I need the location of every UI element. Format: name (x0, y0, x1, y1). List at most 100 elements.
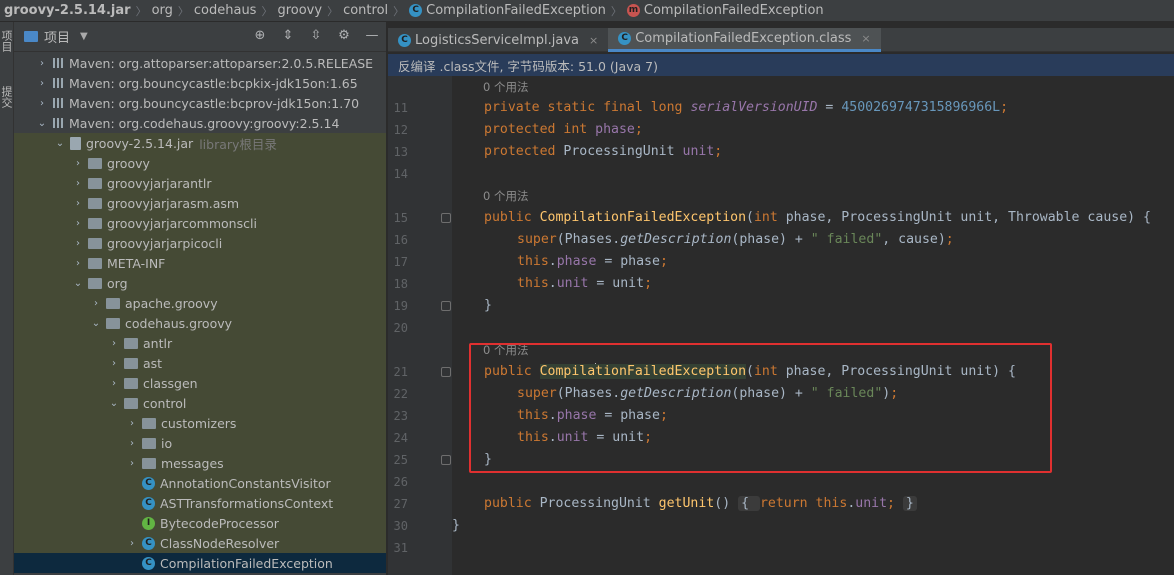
tree-item[interactable]: ⌄ codehaus.groovy (14, 313, 386, 333)
tree-item[interactable]: › META-INF (14, 253, 386, 273)
chevron-down-icon[interactable]: ⌄ (90, 318, 102, 329)
chevron-down-icon[interactable]: ⌄ (72, 278, 84, 289)
chevron-right-icon[interactable]: › (36, 98, 48, 109)
breadcrumb-org[interactable]: org (152, 3, 173, 18)
tree-item-label: antlr (143, 335, 173, 351)
class-icon (142, 536, 155, 550)
tree-item[interactable]: › Maven: org.bouncycastle:bcpkix-jdk15on:… (14, 73, 386, 93)
minimize-icon[interactable]: — (364, 28, 380, 44)
line-number: 13 (393, 145, 408, 159)
line-number: 11 (393, 101, 408, 115)
chevron-down-icon[interactable]: ⌄ (54, 138, 66, 149)
folder-icon (106, 317, 120, 329)
editor-tabs: LogisticsServiceImpl.java × CompilationFa… (388, 28, 1174, 52)
chevron-right-icon[interactable]: › (108, 358, 120, 369)
fold-marker-icon[interactable] (441, 301, 451, 311)
breadcrumb-codehaus[interactable]: codehaus (194, 3, 257, 18)
tree-item[interactable]: BytecodeProcessor (14, 513, 386, 533)
tree-item[interactable]: › ast (14, 353, 386, 373)
usages-hint[interactable]: 0 个用法 (483, 185, 528, 207)
chevron-right-icon[interactable]: › (72, 238, 84, 249)
tree-item[interactable]: ASTTransformationsContext (14, 493, 386, 513)
folded-region[interactable]: { (738, 496, 760, 511)
tree-item-label: BytecodeProcessor (160, 515, 279, 531)
line-number: 21 (393, 365, 408, 379)
tree-item[interactable]: › ClassNodeResolver (14, 533, 386, 553)
class-icon (142, 556, 155, 570)
fold-marker-icon[interactable] (441, 213, 451, 223)
chevron-right-icon[interactable]: › (90, 298, 102, 309)
commit-tool-tab[interactable]: 提交 (0, 86, 14, 108)
tab-compilationfailedexception[interactable]: CompilationFailedException.class × (608, 28, 881, 52)
code-editor[interactable]: 0 个用法 private static final long serialVe… (452, 76, 1174, 575)
fold-marker-icon[interactable] (441, 455, 451, 465)
tree-item[interactable]: ⌄ control (14, 393, 386, 413)
tree-item[interactable]: › groovyjarjarantlr (14, 173, 386, 193)
code-line-30: } (452, 518, 460, 533)
tree-item[interactable]: › io (14, 433, 386, 453)
chevron-right-icon[interactable]: › (72, 198, 84, 209)
fold-marker-icon[interactable] (441, 367, 451, 377)
breadcrumb-class[interactable]: CompilationFailedException (409, 3, 606, 18)
tree-item[interactable]: › groovyjarjarpicocli (14, 233, 386, 253)
tree-item-label: customizers (161, 415, 237, 431)
decompile-banner: 反编译 .class文件, 字节码版本: 51.0 (Java 7) (388, 54, 1174, 76)
chevron-right-icon[interactable]: › (126, 438, 138, 449)
chevron-right-icon[interactable]: › (36, 58, 48, 69)
code-line-23: this.phase = phase; (517, 408, 668, 423)
chevron-right-icon[interactable]: › (108, 338, 120, 349)
tree-item[interactable]: › Maven: org.attoparser:attoparser:2.0.5.… (14, 53, 386, 73)
chevron-right-icon[interactable]: › (36, 78, 48, 89)
breadcrumb-separator: 〉 (327, 4, 339, 18)
usages-hint[interactable]: 0 个用法 (483, 76, 528, 98)
folded-region[interactable]: } (902, 496, 917, 511)
breadcrumb-class-label: CompilationFailedException (426, 3, 606, 18)
chevron-right-icon[interactable]: › (126, 538, 138, 549)
expand-all-icon[interactable]: ⇕ (280, 28, 296, 44)
tree-item-selected[interactable]: CompilationFailedException (14, 553, 386, 573)
close-icon[interactable]: × (589, 34, 598, 47)
project-panel-title[interactable]: 项目 (44, 27, 70, 46)
line-number: 16 (393, 233, 408, 247)
tree-item[interactable]: › classgen (14, 373, 386, 393)
chevron-down-icon[interactable]: ⌄ (108, 398, 120, 409)
chevron-right-icon[interactable]: › (126, 458, 138, 469)
tree-item[interactable]: AnnotationConstantsVisitor (14, 473, 386, 493)
tree-item[interactable]: › apache.groovy (14, 293, 386, 313)
chevron-right-icon[interactable]: › (72, 178, 84, 189)
tree-item[interactable]: › groovyjarjarasm.asm (14, 193, 386, 213)
tree-item[interactable]: ⌄ Maven: org.codehaus.groovy:groovy:2.5.1… (14, 113, 386, 133)
breadcrumb-control[interactable]: control (343, 3, 388, 18)
usages-hint[interactable]: 0 个用法 (483, 339, 528, 361)
chevron-right-icon[interactable]: › (72, 158, 84, 169)
breadcrumb-separator: 〉 (261, 4, 273, 18)
chevron-down-icon[interactable]: ▼ (80, 31, 88, 42)
line-number: 18 (393, 277, 408, 291)
collapse-all-icon[interactable]: ⇳ (308, 28, 324, 44)
tree-item[interactable]: › Maven: org.bouncycastle:bcprov-jdk15on:… (14, 93, 386, 113)
tree-item[interactable]: ⌄ groovy-2.5.14.jar library根目录 (14, 133, 386, 153)
close-icon[interactable]: × (861, 32, 870, 45)
gear-icon[interactable]: ⚙ (336, 28, 352, 44)
breadcrumb-jar[interactable]: groovy-2.5.14.jar (4, 3, 131, 18)
code-line-13: protected ProcessingUnit unit; (484, 144, 723, 159)
editor-gutter: 11 12 13 14 15 16 17 18 19 20 21 22 23 2… (388, 76, 452, 575)
tree-item[interactable]: › groovy (14, 153, 386, 173)
class-icon (398, 33, 411, 47)
chevron-right-icon[interactable]: › (126, 418, 138, 429)
chevron-right-icon[interactable]: › (72, 258, 84, 269)
breadcrumb-groovy[interactable]: groovy (277, 3, 322, 18)
chevron-right-icon[interactable]: › (108, 378, 120, 389)
tree-item[interactable]: › groovyjarjarcommonscli (14, 213, 386, 233)
breadcrumb-method[interactable]: CompilationFailedException (626, 3, 824, 18)
tree-item[interactable]: › customizers (14, 413, 386, 433)
target-icon[interactable]: ⊕ (252, 28, 268, 44)
chevron-right-icon[interactable]: › (72, 218, 84, 229)
project-tool-tab[interactable]: 项目 (0, 30, 14, 52)
tree-item[interactable]: › messages (14, 453, 386, 473)
tree-item[interactable]: › antlr (14, 333, 386, 353)
chevron-down-icon[interactable]: ⌄ (36, 118, 48, 129)
tree-item[interactable]: ⌄ org (14, 273, 386, 293)
tab-logisticsserviceimpl[interactable]: LogisticsServiceImpl.java × (388, 28, 608, 52)
line-number: 17 (393, 255, 408, 269)
